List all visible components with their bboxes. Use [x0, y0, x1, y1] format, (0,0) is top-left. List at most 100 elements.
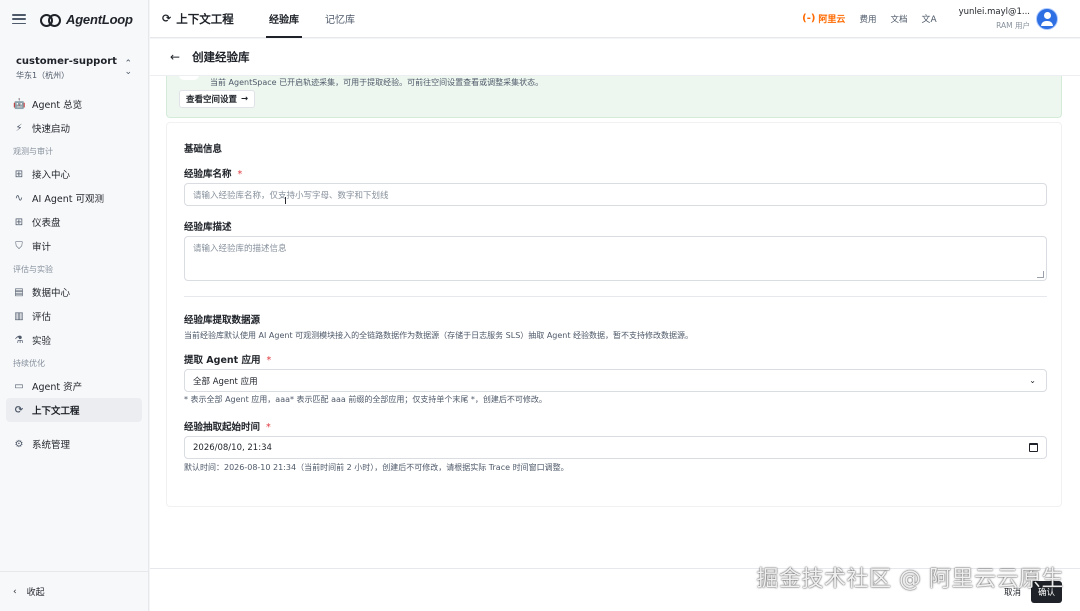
back-arrow-icon[interactable]: ← — [170, 50, 180, 64]
section-divider — [184, 296, 1047, 297]
sidebar-item-label: 数据中心 — [32, 288, 71, 299]
sidebar-item-label: 接入中心 — [32, 170, 71, 181]
time-field-label: 经验抽取起始时间 * — [184, 419, 271, 433]
sidebar-item[interactable]: ∿ AI Agent 可观测 — [6, 186, 142, 210]
chevron-left-icon: ‹ — [13, 586, 17, 597]
sidebar-item[interactable]: ▭ Agent 资产 — [6, 374, 142, 398]
workspace-name: customer-support — [16, 55, 117, 67]
nav-group-title: 持续优化 — [13, 358, 45, 368]
sidebar-item-label: 实验 — [32, 336, 52, 347]
sidebar-item[interactable]: ⚡ 快速启动 — [6, 116, 142, 140]
nav-item-icon: ⊞ — [14, 216, 24, 228]
user-icon — [1041, 11, 1053, 26]
nav-item-icon: ▭ — [14, 380, 24, 392]
menu-icon[interactable] — [12, 14, 26, 24]
time-label-text: 经验抽取起始时间 — [184, 422, 261, 433]
nav-group-title: 观测与审计 — [13, 146, 53, 156]
sidebar-item-label: AI Agent 可观测 — [32, 194, 104, 205]
sidebar-item-label: Agent 总览 — [32, 100, 83, 111]
sidebar-item-system[interactable]: ⚙ 系统管理 — [6, 432, 142, 456]
nav-item-icon: ▥ — [14, 310, 24, 322]
library-name-input[interactable]: 请输入经验库名称，仅支持小写字母、数字和下划线 — [184, 183, 1047, 206]
nav-group-title: 评估与实验 — [13, 264, 53, 274]
top-header: ⟳ 上下文工程 经验库 记忆库 (-) 阿里云 费用 文档 文A yunlei.… — [150, 0, 1080, 38]
library-description-placeholder: 请输入经验库的描述信息 — [193, 244, 287, 254]
trace-collection-banner: 当前 AgentSpace 已开启轨迹采集，可用于提取经验。可前往空间设置查看或… — [166, 76, 1062, 118]
view-space-settings-button[interactable]: 查看空间设置 → — [179, 90, 256, 108]
aliyun-logo-icon: (-) — [802, 13, 816, 24]
sidebar-item[interactable]: ⛉ 审计 — [6, 234, 142, 258]
main-content: 当前 AgentSpace 已开启轨迹采集，可用于提取经验。可前往空间设置查看或… — [150, 76, 1080, 568]
sidebar-item-label: 审计 — [32, 242, 52, 253]
sidebar-nav: 🤖 Agent 总览 ⚡ 快速启动观测与审计 ⊞ 接入中心 ∿ AI Agent 可观测 ⊞ 仪表… — [0, 92, 148, 456]
tab-experience-library[interactable]: 经验库 — [266, 0, 302, 38]
sidebar-item[interactable]: ⊞ 接入中心 — [6, 162, 142, 186]
tab-memory-library[interactable]: 记忆库 — [322, 0, 358, 38]
billing-link[interactable]: 费用 — [859, 13, 876, 25]
sidebar-item[interactable]: ⟳ 上下文工程 — [6, 398, 142, 422]
start-time-input[interactable]: 2026/08/10, 21:34 — [184, 436, 1047, 459]
user-name: yunlei.mayl@1... — [958, 6, 1030, 17]
section-data-source: 经验库提取数据源 — [184, 315, 261, 326]
resize-handle-icon[interactable] — [1037, 271, 1044, 278]
agent-app-select[interactable]: 全部 Agent 应用 ⌄ — [184, 369, 1047, 392]
brand-logo[interactable]: AgentLoop — [40, 12, 133, 27]
section-basic-info: 基础信息 — [184, 144, 223, 155]
sidebar-item[interactable]: ▥ 评估 — [6, 304, 142, 328]
nav-item-icon: ⚗ — [14, 334, 24, 346]
agent-app-value: 全部 Agent 应用 — [193, 376, 258, 387]
cancel-button[interactable]: 取消 — [998, 582, 1027, 602]
desc-field-label: 经验库描述 — [184, 222, 232, 233]
nav-item-icon: ∿ — [14, 192, 24, 204]
user-info[interactable]: yunlei.mayl@1... RAM 用户 — [959, 7, 1030, 31]
calendar-icon[interactable] — [1029, 443, 1038, 452]
module-title: ⟳ 上下文工程 — [150, 11, 260, 27]
data-source-help: 当前经验库默认使用 AI Agent 可观测模块接入的全链路数据作为数据源（存储… — [184, 331, 694, 340]
library-description-textarea[interactable]: 请输入经验库的描述信息 — [184, 236, 1047, 281]
settings-icon: ⚙ — [14, 438, 24, 450]
page-header: ← 创建经验库 — [150, 39, 1080, 76]
form-footer: 取消 确认 — [150, 568, 1080, 611]
sidebar-item-label: 快速启动 — [32, 124, 71, 135]
collapse-button[interactable]: ‹ 收起 — [0, 571, 149, 611]
context-engineering-icon: ⟳ — [162, 12, 172, 25]
chevron-updown-icon: ⌃ ⌄ — [124, 59, 132, 77]
library-name-placeholder: 请输入经验库名称，仅支持小写字母、数字和下划线 — [193, 190, 389, 201]
module-title-text: 上下文工程 — [176, 11, 234, 26]
sidebar: AgentLoop customer-support 华东1（杭州） ⌃ ⌄ 🤖 A… — [0, 0, 149, 611]
sidebar-item[interactable]: ⊞ 仪表盘 — [6, 210, 142, 234]
start-time-value: 2026/08/10, 21:34 — [193, 442, 272, 453]
header-right: (-) 阿里云 费用 文档 文A yunlei.mayl@1... RAM 用户 — [802, 0, 1080, 38]
text-cursor-icon: I — [284, 196, 287, 207]
agentloop-logo-icon — [40, 13, 62, 27]
nav-item-icon: ⊞ — [14, 168, 24, 180]
sidebar-item[interactable]: ▤ 数据中心 — [6, 280, 142, 304]
sidebar-item-label: 系统管理 — [32, 440, 71, 451]
app-label-text: 提取 Agent 应用 — [184, 355, 261, 366]
workspace-switcher[interactable]: customer-support 华东1（杭州） ⌃ ⌄ — [8, 50, 140, 86]
chevron-down-icon: ⌄ — [1029, 376, 1036, 385]
workspace-region: 华东1（杭州） — [16, 70, 70, 80]
name-label-text: 经验库名称 — [184, 169, 232, 180]
app-field-label: 提取 Agent 应用 * — [184, 352, 271, 366]
required-mark: * — [266, 422, 271, 433]
sidebar-item-label: 上下文工程 — [32, 406, 80, 417]
docs-link[interactable]: 文档 — [890, 13, 907, 25]
name-field-label: 经验库名称 * — [184, 166, 242, 180]
confirm-button[interactable]: 确认 — [1030, 581, 1062, 603]
translate-icon[interactable]: 文A — [921, 12, 936, 25]
create-form: 基础信息 经验库名称 * 请输入经验库名称，仅支持小写字母、数字和下划线 经验库描… — [166, 122, 1062, 507]
sidebar-item[interactable]: 🤖 Agent 总览 — [6, 92, 142, 116]
sidebar-item[interactable]: ⚗ 实验 — [6, 328, 142, 352]
sidebar-top: AgentLoop — [0, 0, 148, 38]
nav-item-icon: ⚡ — [15, 122, 23, 134]
start-time-help: 默认时间：2026-08-10 21:34（当前时间前 2 小时），创建后不可修… — [184, 463, 569, 472]
aliyun-logo[interactable]: (-) 阿里云 — [802, 12, 845, 25]
agent-app-help: * 表示全部 Agent 应用，aaa* 表示匹配 aaa 前缀的全部应用；仅支… — [184, 395, 547, 404]
aliyun-logo-text: 阿里云 — [818, 15, 846, 25]
nav-item-icon: ⛉ — [15, 240, 23, 252]
banner-text: 当前 AgentSpace 已开启轨迹采集，可用于提取经验。可前往空间设置查看或… — [210, 78, 544, 87]
avatar[interactable] — [1036, 7, 1058, 30]
sidebar-item-label: Agent 资产 — [32, 382, 83, 393]
sidebar-item-label: 评估 — [32, 312, 52, 323]
